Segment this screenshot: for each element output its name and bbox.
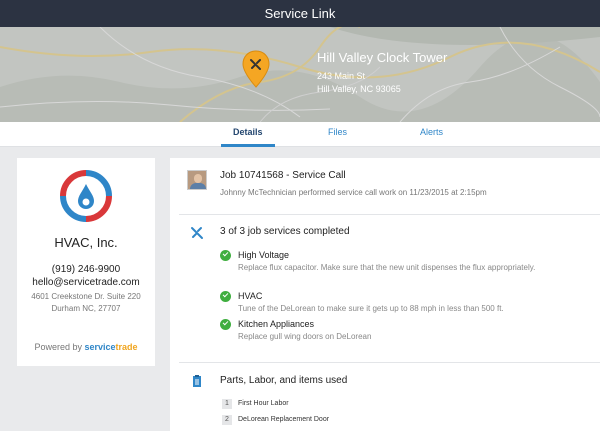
part-name: DeLorean Replacement Door: [238, 416, 330, 423]
location-street: 243 Main St: [317, 71, 366, 81]
location-info: Hill Valley Clock Tower 243 Main St Hill…: [317, 50, 447, 96]
location-city: Hill Valley, NC 93065: [317, 84, 401, 94]
service-description: Replace flux capacitor. Make sure that t…: [238, 263, 536, 272]
parts-heading: Parts, Labor, and items used: [220, 375, 348, 386]
location-name: Hill Valley Clock Tower: [317, 50, 448, 65]
tab-details[interactable]: Details: [221, 122, 274, 147]
servicetrade-logo: servicetrade: [84, 342, 138, 352]
technician-avatar: [187, 170, 207, 190]
app-title-bar: Service Link: [0, 0, 600, 27]
company-phone[interactable]: (919) 246-9900: [17, 264, 155, 275]
part-item: 2 DeLorean Replacement Door: [222, 415, 329, 425]
check-circle-icon: [220, 250, 231, 261]
service-name: HVAC: [238, 291, 263, 301]
divider: [179, 362, 600, 363]
company-card: HVAC, Inc. (919) 246-9900 hello@servicet…: [17, 158, 155, 366]
job-details-panel: Job 10741568 - Service Call Johnny McTec…: [170, 158, 600, 431]
tab-bar: Details Files Alerts: [0, 122, 600, 147]
map-background: [0, 27, 600, 122]
part-name: First Hour Labor: [238, 400, 289, 407]
service-description: Tune of the DeLorean to make sure it get…: [238, 304, 504, 313]
part-item: 1 First Hour Labor: [222, 399, 289, 409]
company-email[interactable]: hello@servicetrade.com: [17, 277, 155, 288]
company-name: HVAC, Inc.: [54, 235, 118, 250]
tab-alerts[interactable]: Alerts: [420, 122, 443, 147]
part-quantity: 2: [222, 415, 232, 425]
service-name: Kitchen Appliances: [238, 319, 315, 329]
check-circle-icon: [220, 291, 231, 302]
services-heading: 3 of 3 job services completed: [220, 226, 350, 237]
company-logo-icon: [60, 170, 112, 222]
powered-by[interactable]: Powered by servicetrade: [17, 342, 155, 352]
job-summary: Johnny McTechnician performed service ca…: [220, 188, 487, 197]
clipboard-icon: [193, 375, 201, 387]
company-address-line1: 4601 Creekstone Dr. Suite 220: [31, 292, 141, 301]
company-address-line2: Durham NC, 27707: [51, 304, 121, 313]
check-circle-icon: [220, 319, 231, 330]
app-title: Service Link: [264, 6, 336, 21]
service-name: High Voltage: [238, 250, 290, 260]
tools-icon: [191, 227, 203, 239]
divider: [179, 214, 600, 215]
part-quantity: 1: [222, 399, 232, 409]
powered-by-label: Powered by: [34, 342, 82, 352]
job-title: Job 10741568 - Service Call: [220, 170, 346, 181]
tab-files[interactable]: Files: [328, 122, 347, 147]
map-pin-icon[interactable]: [241, 49, 271, 89]
service-description: Replace gull wing doors on DeLorean: [238, 332, 372, 341]
location-map[interactable]: Hill Valley Clock Tower 243 Main St Hill…: [0, 27, 600, 122]
